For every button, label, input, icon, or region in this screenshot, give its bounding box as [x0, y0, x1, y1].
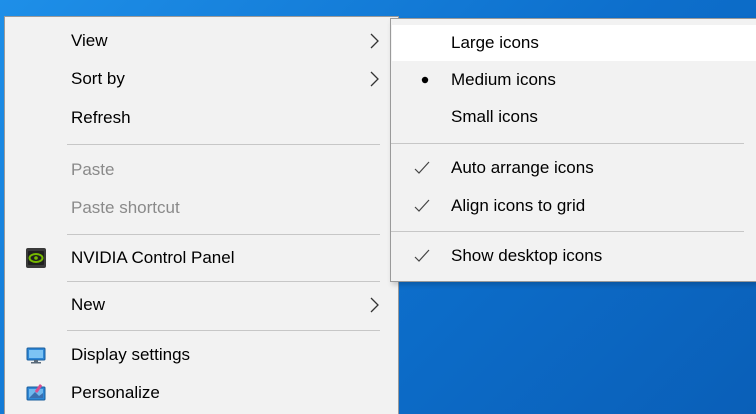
menu-separator	[67, 281, 380, 282]
submenu-item-label: Align icons to grid	[451, 196, 586, 215]
chevron-right-icon	[369, 33, 379, 49]
submenu-item-medium-icons[interactable]: Medium icons	[392, 62, 756, 98]
menu-item-paste-shortcut: Paste shortcut	[6, 190, 397, 226]
menu-item-label: NVIDIA Control Panel	[71, 248, 235, 267]
submenu-item-small-icons[interactable]: Small icons	[392, 99, 756, 135]
chevron-right-icon	[369, 71, 379, 87]
display-settings-icon	[26, 345, 46, 365]
submenu-separator	[391, 231, 744, 232]
menu-separator	[67, 144, 380, 145]
menu-item-sort-by[interactable]: Sort by	[6, 61, 397, 97]
personalize-icon	[26, 383, 46, 403]
submenu-item-label: Auto arrange icons	[451, 158, 594, 177]
menu-item-label: Personalize	[71, 383, 160, 402]
submenu-item-align-icons-to-grid[interactable]: Align icons to grid	[392, 188, 756, 224]
menu-item-nvidia-control-panel[interactable]: NVIDIA Control Panel	[6, 240, 397, 276]
nvidia-icon	[26, 248, 46, 268]
menu-item-refresh[interactable]: Refresh	[6, 100, 397, 136]
menu-separator	[67, 330, 380, 331]
check-icon	[412, 197, 432, 215]
menu-separator	[67, 234, 380, 235]
check-icon	[412, 159, 432, 177]
submenu-separator	[391, 143, 744, 144]
submenu-item-label: Medium icons	[451, 70, 556, 89]
menu-item-display-settings[interactable]: Display settings	[6, 337, 397, 373]
submenu-item-label: Small icons	[451, 107, 538, 126]
view-submenu: Large icons Medium icons Small icons Aut…	[390, 18, 756, 282]
submenu-item-show-desktop-icons[interactable]: Show desktop icons	[392, 238, 756, 274]
check-icon	[412, 247, 432, 265]
menu-item-new[interactable]: New	[6, 287, 397, 323]
menu-item-label: New	[71, 295, 106, 314]
bullet-icon	[412, 71, 432, 89]
menu-item-view[interactable]: View	[6, 23, 397, 59]
menu-item-label: Display settings	[71, 345, 191, 364]
chevron-right-icon	[369, 297, 379, 313]
menu-item-label: View	[71, 31, 108, 50]
menu-item-paste: Paste	[6, 152, 397, 188]
submenu-item-auto-arrange-icons[interactable]: Auto arrange icons	[392, 150, 756, 186]
menu-item-label: Sort by	[71, 69, 125, 88]
menu-item-personalize[interactable]: Personalize	[6, 375, 397, 411]
menu-item-label: Paste	[71, 160, 115, 179]
menu-item-label: Refresh	[71, 108, 131, 127]
menu-item-label: Paste shortcut	[71, 198, 180, 217]
submenu-item-label: Large icons	[451, 33, 539, 52]
submenu-item-large-icons[interactable]: Large icons	[392, 25, 756, 61]
submenu-item-label: Show desktop icons	[451, 246, 603, 265]
desktop-context-menu: View Sort by Refresh Paste Paste shortcu…	[4, 16, 399, 414]
